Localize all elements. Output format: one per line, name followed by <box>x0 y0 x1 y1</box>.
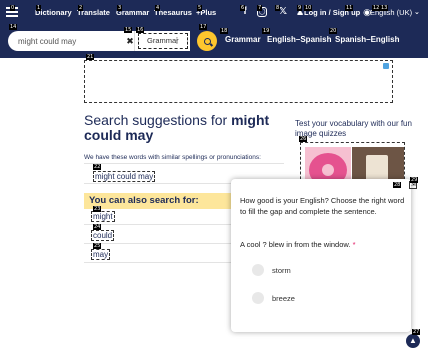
marker-badge: 0 <box>10 5 16 11</box>
marker-badge: 13 <box>380 5 389 11</box>
language-selector[interactable]: English (UK) <box>370 0 412 24</box>
marker-badge: 7 <box>257 5 263 11</box>
divider <box>84 163 284 164</box>
marker-badge: 16 <box>136 27 145 33</box>
nav-translate[interactable]: Translate <box>77 0 110 24</box>
marker-badge: 11 <box>345 5 354 11</box>
quiz-sentence-text: A cool ? blew in from the window. <box>240 240 351 249</box>
ad-banner[interactable] <box>84 60 393 103</box>
marker-badge: 6 <box>240 5 246 11</box>
option-storm[interactable]: storm <box>252 264 291 276</box>
quiz-sentence: A cool ? blew in from the window. * <box>240 240 405 249</box>
marker-badge: 20 <box>329 28 338 34</box>
marker-badge: 22 <box>93 164 102 170</box>
marker-badge: 24 <box>93 224 102 230</box>
search-icon <box>203 37 211 45</box>
marker-badge: 14 <box>9 24 18 30</box>
quick-link-grammar[interactable]: Grammar <box>225 35 261 44</box>
marker-badge: 19 <box>262 28 271 34</box>
more-icon: ⋮ <box>173 36 181 45</box>
marker-badge: 25 <box>93 243 102 249</box>
marker-badge: 28 <box>393 182 402 188</box>
page: Dictionary Translate Grammar Thesaurus +… <box>0 0 428 352</box>
nav-grammar[interactable]: Grammar <box>116 0 149 24</box>
marker-badge: 26 <box>299 136 308 142</box>
suggestion-link[interactable]: might could may <box>93 171 156 182</box>
quiz-promo-title[interactable]: Test your vocabulary with our fun image … <box>295 119 415 139</box>
marker-badge: 27 <box>412 329 421 335</box>
nav-plus[interactable]: +Plus <box>196 0 216 24</box>
marker-badge: 23 <box>93 206 102 212</box>
radio-button[interactable] <box>252 264 264 276</box>
marker-badge: 15 <box>124 27 133 33</box>
marker-badge: 29 <box>410 177 419 183</box>
marker-badge: 3 <box>117 5 123 11</box>
chevron-down-icon[interactable]: ⌄ <box>414 0 420 24</box>
nav-dictionary[interactable]: Dictionary <box>35 0 72 24</box>
required-mark: * <box>352 240 356 249</box>
scroll-top-button[interactable]: ▲ <box>406 334 420 348</box>
page-title-prefix: Search suggestions for <box>84 112 232 128</box>
also-link-may[interactable]: may <box>91 249 111 260</box>
quick-link-spanish-english[interactable]: Spanish–English <box>335 35 399 44</box>
option-label: storm <box>272 265 291 275</box>
login-link[interactable]: Log in / Sign up <box>304 0 360 24</box>
option-breeze[interactable]: breeze <box>252 292 295 304</box>
arrow-up-icon: ▲ <box>409 336 417 345</box>
marker-badge: 8 <box>275 5 281 11</box>
nav-thesaurus[interactable]: Thesaurus <box>154 0 192 24</box>
top-nav: Dictionary Translate Grammar Thesaurus +… <box>0 0 428 24</box>
marker-badge: 17 <box>199 24 208 30</box>
quiz-question: How good is your English? Choose the rig… <box>240 196 405 216</box>
suggestion-description: We have these words with similar spellin… <box>84 154 261 161</box>
page-title: Search suggestions for might could may <box>84 113 284 143</box>
marker-badge: 2 <box>78 5 84 11</box>
ad-choices-icon[interactable] <box>383 63 389 69</box>
also-link-might[interactable]: might <box>91 211 115 222</box>
also-search-title: You can also search for: <box>89 195 199 206</box>
marker-badge: 18 <box>220 28 229 34</box>
marker-badge: 21 <box>86 54 95 60</box>
option-label: breeze <box>272 293 295 303</box>
radio-button[interactable] <box>252 292 264 304</box>
quick-link-english-spanish[interactable]: English–Spanish <box>267 35 331 44</box>
menu-icon[interactable] <box>0 0 24 24</box>
marker-badge: 10 <box>304 5 313 11</box>
marker-badge: 1 <box>36 5 42 11</box>
marker-badge: 4 <box>155 5 161 11</box>
dictionary-select[interactable]: Grammar ⋮ <box>134 31 190 51</box>
also-link-could[interactable]: could <box>91 230 115 241</box>
search-button[interactable] <box>197 31 217 51</box>
quiz-popup: How good is your English? Choose the rig… <box>231 179 411 332</box>
marker-badge: 9 <box>297 5 303 11</box>
search-bar: ✖ Grammar ⋮ Grammar English–Spanish Span… <box>0 24 428 58</box>
marker-badge: 5 <box>197 5 203 11</box>
